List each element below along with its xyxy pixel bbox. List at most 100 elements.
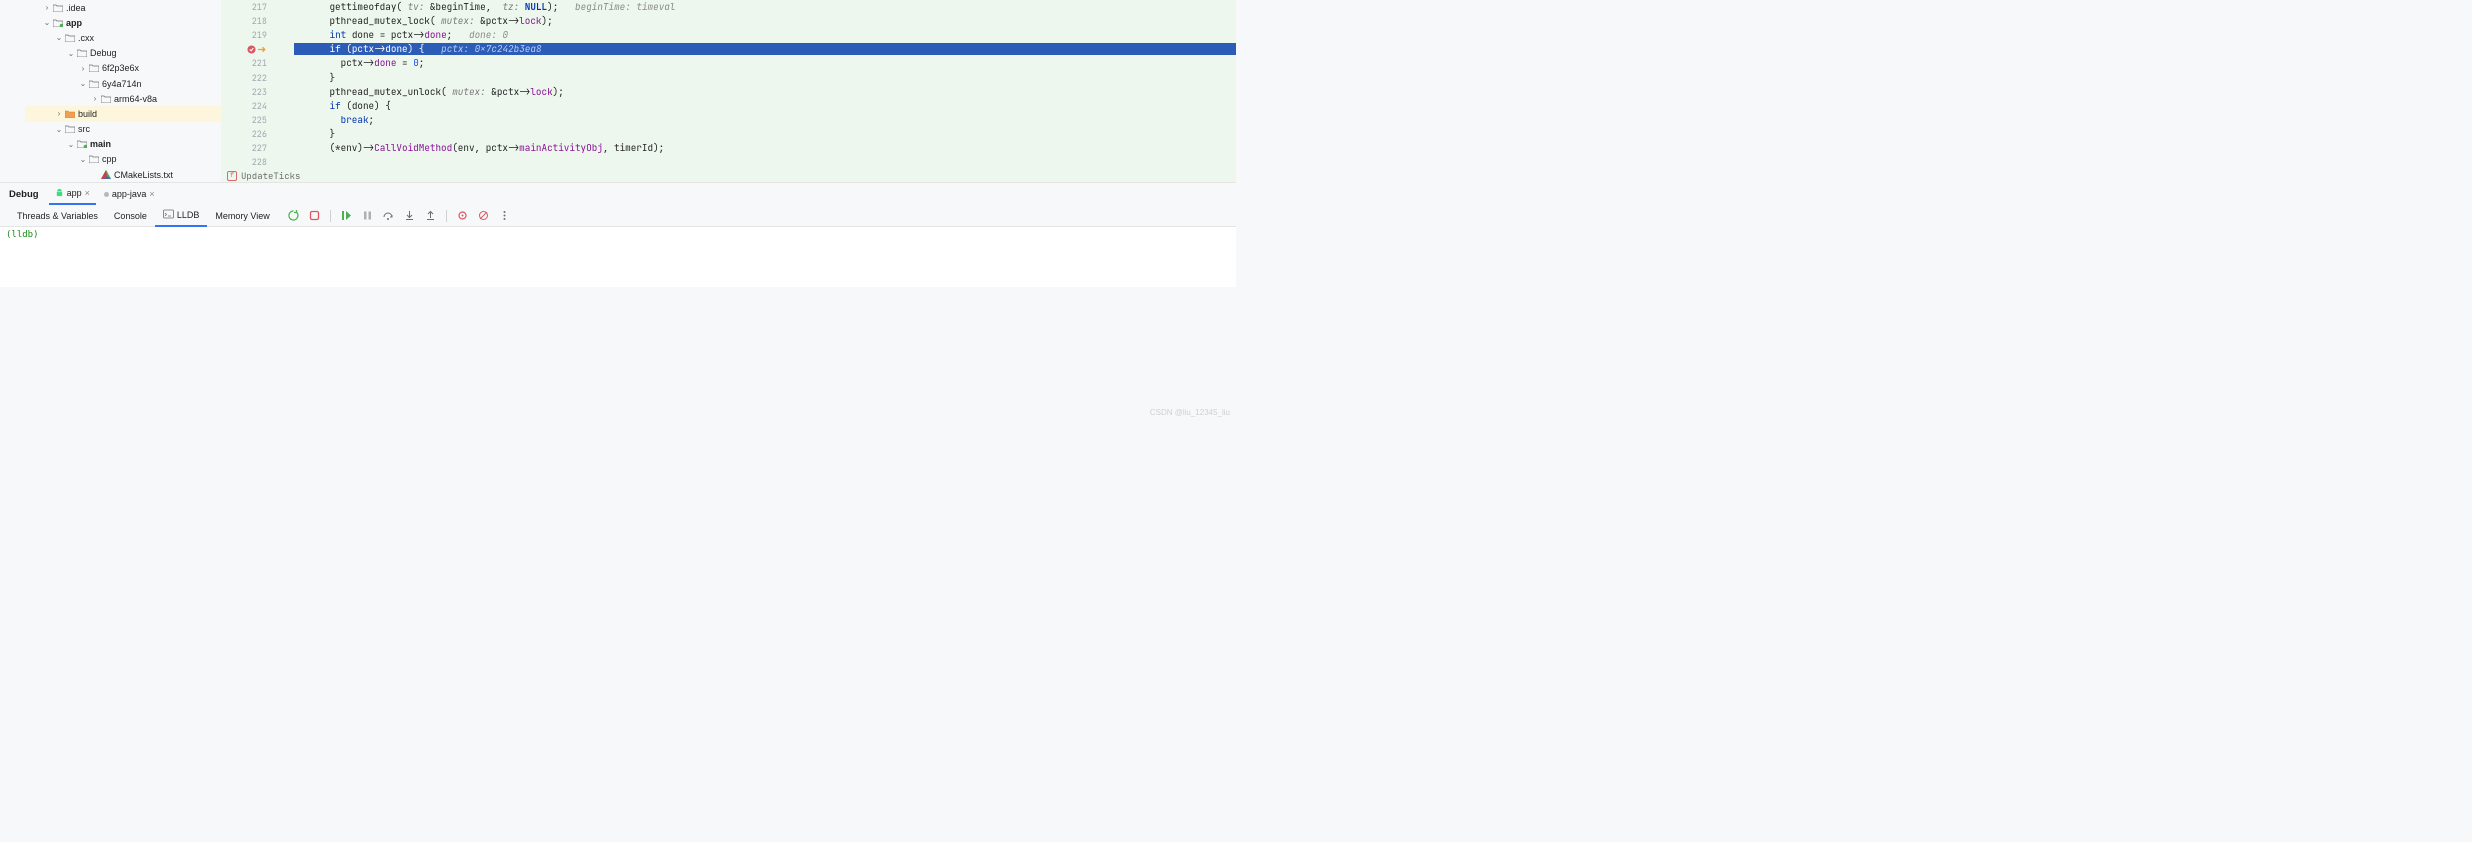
line-gutter[interactable]: 218 [221, 15, 271, 27]
folder-icon [88, 78, 100, 90]
line-number: 226 [252, 128, 267, 140]
code-text: if (done) { [294, 100, 1236, 112]
breadcrumb[interactable]: f UpdateTicks [221, 169, 1236, 182]
line-gutter[interactable]: 226 [221, 128, 271, 140]
line-gutter[interactable]: 227 [221, 142, 271, 154]
folder-icon [88, 153, 100, 165]
line-gutter[interactable]: 217 [221, 1, 271, 13]
left-gutter [0, 0, 25, 182]
pause-icon[interactable] [362, 210, 373, 221]
mute-breakpoints-icon[interactable] [478, 210, 489, 221]
view-breakpoints-icon[interactable] [457, 210, 468, 221]
code-text: break; [294, 114, 1236, 126]
stop-icon[interactable] [309, 210, 320, 221]
chevron-down-icon: ⌄ [66, 139, 76, 149]
folder-icon [64, 32, 76, 44]
chevron-down-icon: ⌄ [54, 33, 64, 43]
tree-item-arm[interactable]: › arm64-v8a [0, 91, 221, 106]
code-line[interactable]: 221 pctx->done = 0; [221, 56, 1236, 70]
line-gutter[interactable]: 223 [221, 86, 271, 98]
lldb-console[interactable]: (lldb) [0, 227, 1236, 287]
code-line[interactable]: 222 } [221, 70, 1236, 84]
tree-item-cxx[interactable]: ⌄ .cxx [0, 30, 221, 45]
code-line[interactable]: 226 } [221, 127, 1236, 141]
debug-toolbar [288, 210, 510, 222]
step-into-icon[interactable] [404, 210, 415, 221]
chevron-down-icon: ⌄ [54, 124, 64, 134]
chevron-down-icon: ⌄ [78, 154, 88, 164]
code-text: int done = pctx->done; done: 0 [294, 29, 1236, 41]
tree-item-cpp[interactable]: ⌄ cpp [0, 152, 221, 167]
code-text: pctx->done = 0; [294, 57, 1236, 69]
close-icon[interactable]: × [85, 188, 90, 198]
tree-item-cmakelists[interactable]: CMakeLists.txt [0, 167, 221, 182]
separator [446, 210, 447, 222]
code-line[interactable]: 217 gettimeofday( tv: &beginTime, tz: NU… [221, 0, 1236, 14]
code-line[interactable]: 223 pthread_mutex_unlock( mutex: &pctx->… [221, 85, 1236, 99]
tree-item-debug[interactable]: ⌄ Debug [0, 46, 221, 61]
close-icon[interactable]: × [149, 189, 154, 199]
debug-tab-label: app-java [112, 189, 147, 199]
line-gutter[interactable]: 219 [221, 29, 271, 41]
debug-tab-app-java[interactable]: app-java × [98, 183, 161, 205]
line-number: 221 [252, 57, 267, 69]
tree-label: CMakeLists.txt [114, 170, 173, 180]
line-gutter[interactable]: 221 [221, 57, 271, 69]
code-line[interactable]: 225 break; [221, 113, 1236, 127]
code-editor[interactable]: 217 gettimeofday( tv: &beginTime, tz: NU… [221, 0, 1236, 182]
project-tree: › .idea ⌄ app ⌄ .cxx ⌄ Debug › 6f2p3e6x … [0, 0, 221, 182]
subtab-lldb[interactable]: LLDB [155, 205, 208, 227]
debug-panel: Debug app × app-java × Threads & Variabl… [0, 182, 1236, 421]
step-over-icon[interactable] [383, 210, 394, 221]
tree-label: 6f2p3e6x [102, 63, 139, 73]
subtab-memory[interactable]: Memory View [207, 205, 277, 227]
line-gutter[interactable]: 224 [221, 100, 271, 112]
terminal-icon [163, 209, 174, 220]
line-gutter[interactable]: 228 [221, 156, 271, 168]
execution-arrow-icon [258, 46, 267, 53]
rerun-icon[interactable] [288, 210, 299, 221]
tree-label: arm64-v8a [114, 94, 157, 104]
debug-tab-app[interactable]: app × [49, 183, 96, 205]
line-number: 223 [252, 86, 267, 98]
chevron-down-icon: ⌄ [42, 18, 52, 28]
module-folder-icon [76, 138, 88, 150]
code-text: gettimeofday( tv: &beginTime, tz: NULL);… [294, 1, 1236, 13]
line-gutter[interactable]: 225 [221, 114, 271, 126]
chevron-right-icon: › [54, 109, 64, 119]
tree-item-main[interactable]: ⌄ main [0, 137, 221, 152]
code-text: pthread_mutex_lock( mutex: &pctx->lock); [294, 15, 1236, 27]
subtab-console[interactable]: Console [106, 205, 155, 227]
tree-item-src[interactable]: ⌄ src [0, 122, 221, 137]
code-line[interactable]: 228 [221, 155, 1236, 169]
debug-config-tabs: Debug app × app-java × [0, 183, 1236, 205]
code-text: pthread_mutex_unlock( mutex: &pctx->lock… [294, 86, 1236, 98]
more-icon[interactable] [499, 210, 510, 221]
tree-item-hash1[interactable]: › 6f2p3e6x [0, 61, 221, 76]
subtab-threads[interactable]: Threads & Variables [9, 205, 106, 227]
tree-label: src [78, 124, 90, 134]
folder-icon [88, 62, 100, 74]
step-out-icon[interactable] [425, 210, 436, 221]
tree-label: build [78, 109, 97, 119]
tree-label: app [66, 18, 82, 28]
code-line-current[interactable]: if (pctx->done) { pctx: 0x7c242b3ea8 [221, 42, 1236, 56]
excluded-folder-icon [64, 108, 76, 120]
tree-item-build[interactable]: › build [0, 106, 221, 121]
line-gutter[interactable]: 222 [221, 72, 271, 84]
resume-icon[interactable] [341, 210, 352, 221]
tree-item-hash2[interactable]: ⌄ 6y4a714n [0, 76, 221, 91]
breakpoint-icon[interactable] [247, 45, 267, 54]
folder-icon [100, 93, 112, 105]
tree-item-idea[interactable]: › .idea [0, 0, 221, 15]
code-line[interactable]: 218 pthread_mutex_lock( mutex: &pctx->lo… [221, 14, 1236, 28]
tree-item-app[interactable]: ⌄ app [0, 15, 221, 30]
watermark: CSDN @liu_12345_liu [1150, 408, 1230, 417]
line-number: 222 [252, 72, 267, 84]
line-gutter[interactable] [221, 45, 271, 54]
chevron-down-icon: ⌄ [66, 48, 76, 58]
code-line[interactable]: 224 if (done) { [221, 99, 1236, 113]
code-line[interactable]: 227 (*env)->CallVoidMethod(env, pctx->ma… [221, 141, 1236, 155]
debug-view-tabs: Threads & Variables Console LLDB Memory … [0, 205, 1236, 227]
code-line[interactable]: 219 int done = pctx->done; done: 0 [221, 28, 1236, 42]
